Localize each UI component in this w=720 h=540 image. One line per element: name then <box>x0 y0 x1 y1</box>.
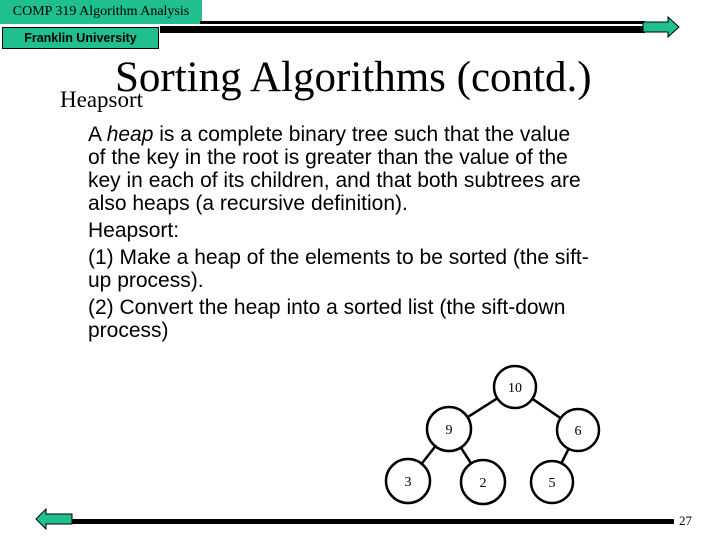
heapsort-label: Heapsort: <box>88 219 180 242</box>
tree-node-label: 5 <box>549 476 556 491</box>
tree-edge <box>459 446 473 465</box>
step-1-line-1: (1) Make a heap of the elements to be so… <box>88 246 589 269</box>
right-arrow-icon[interactable] <box>642 15 680 39</box>
step-1-line-2: up process). <box>88 269 204 292</box>
prev-slide-button[interactable] <box>35 507 73 531</box>
slide-body: A heap is a complete binary tree such th… <box>88 124 668 343</box>
definition-line-2: of the key in the root is greater than t… <box>88 146 568 169</box>
top-rule-thick <box>160 26 645 33</box>
tree-node-label: 3 <box>405 475 412 490</box>
tree-edge <box>560 448 570 464</box>
tree-edge <box>420 445 437 465</box>
bottom-rule <box>70 519 674 524</box>
step-2-line-2: process) <box>88 319 169 342</box>
tree-node-label: 6 <box>575 424 582 439</box>
page-number: 27 <box>679 513 692 528</box>
text: A <box>88 123 107 146</box>
definition-line-3: key in each of its children, and that bo… <box>88 169 581 192</box>
slide-title: Sorting Algorithms (contd.) <box>115 54 592 101</box>
definition-line-4: also heaps (a recursive definition). <box>88 192 408 215</box>
step-2-line-1: (2) Convert the heap into a sorted list … <box>88 296 566 319</box>
top-rule-thin <box>200 21 645 24</box>
slide-subtitle: Heapsort <box>60 87 144 112</box>
tree-edge <box>531 397 562 420</box>
italic-term: heap <box>106 123 154 146</box>
tree-edge <box>466 397 498 419</box>
heap-tree-diagram: 10 9 6 3 2 5 <box>384 364 601 506</box>
tree-node-label: 2 <box>480 476 487 491</box>
text: is a complete binary tree such that the … <box>153 123 571 146</box>
next-slide-button[interactable] <box>642 15 680 39</box>
left-arrow-icon[interactable] <box>35 507 73 531</box>
tree-node-label: 9 <box>446 423 453 438</box>
definition-line-1: A heap is a complete binary tree such th… <box>88 124 668 147</box>
tree-node-label: 10 <box>508 381 522 396</box>
